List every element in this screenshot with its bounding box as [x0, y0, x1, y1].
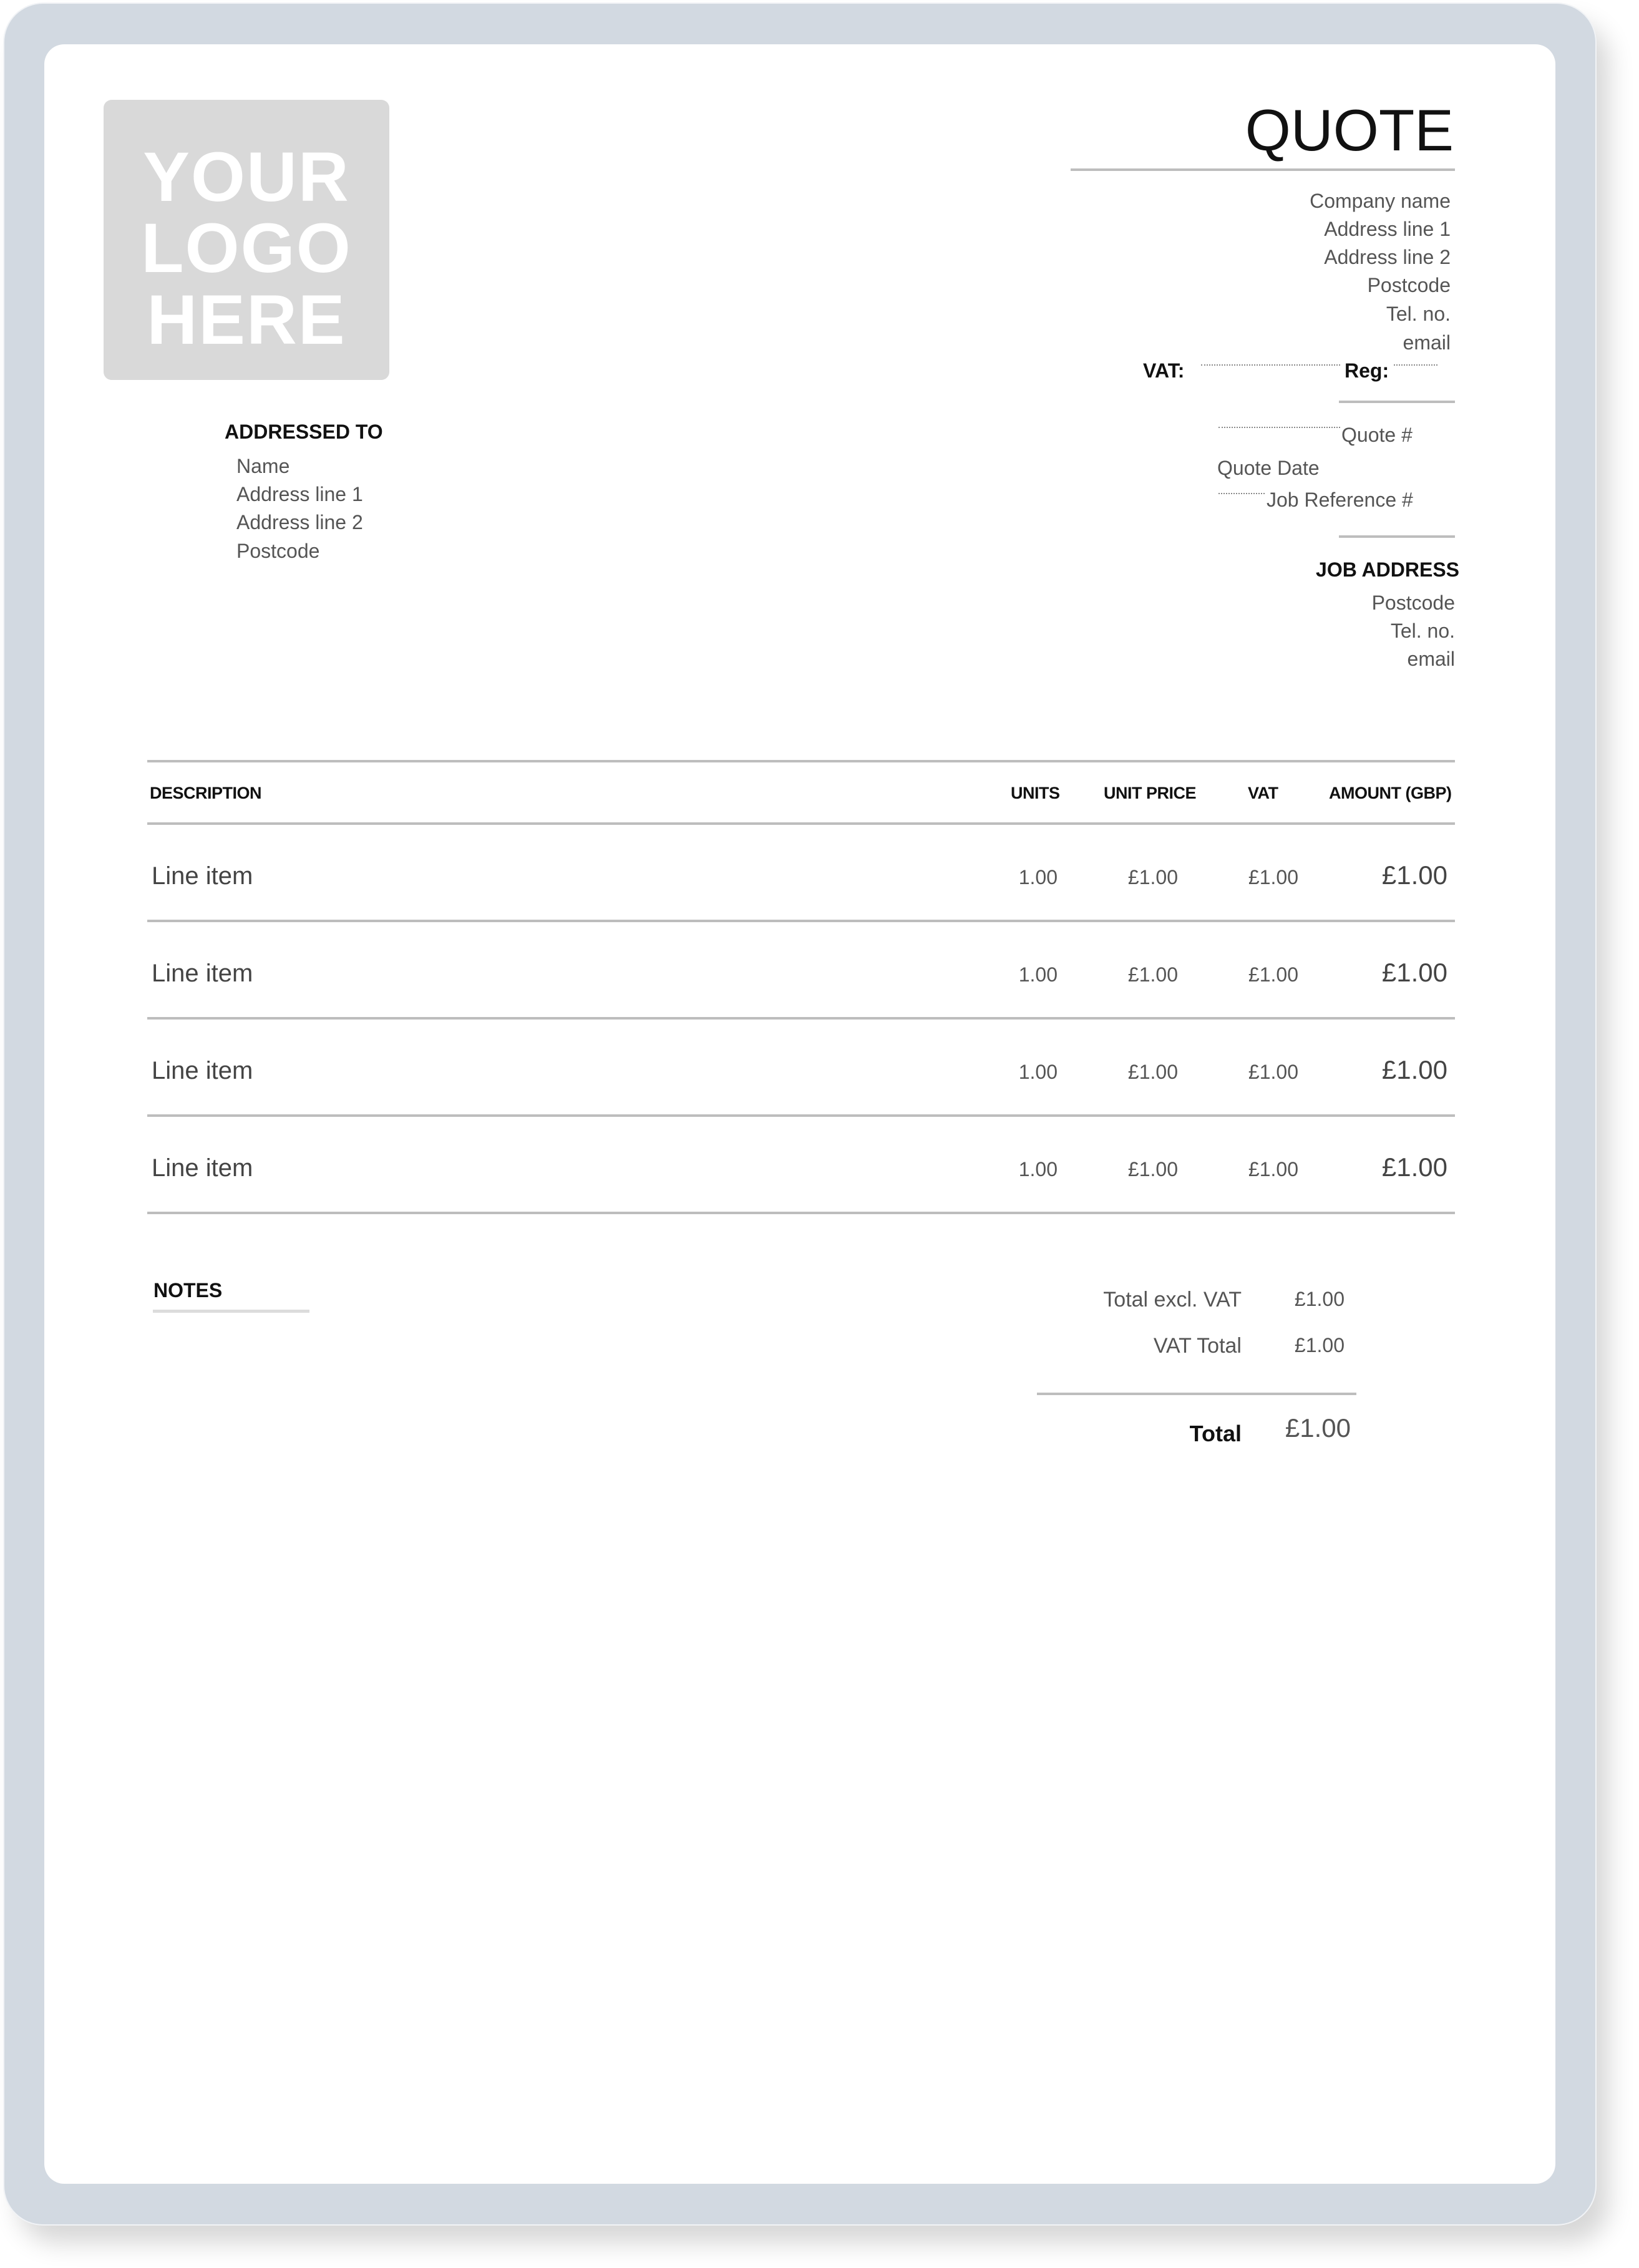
table-row-divider: [147, 1017, 1455, 1020]
quote-date-label: Quote Date: [1217, 457, 1320, 479]
recipient-name[interactable]: Name: [236, 456, 289, 476]
cell-description[interactable]: Line item: [152, 1156, 253, 1180]
job-reference-field[interactable]: [1218, 493, 1265, 494]
logo-text-line: YOUR: [143, 138, 350, 216]
recipient-postcode[interactable]: Postcode: [236, 541, 319, 561]
vat-number-field[interactable]: [1201, 364, 1340, 366]
company-address-line-2[interactable]: Address line 2: [1324, 247, 1451, 267]
quote-number-label: Quote #: [1341, 424, 1413, 446]
logo-placeholder[interactable]: YOUR LOGO HERE: [104, 100, 389, 380]
cell-description[interactable]: Line item: [152, 864, 253, 888]
job-address-email[interactable]: email: [1408, 649, 1455, 669]
company-postcode[interactable]: Postcode: [1368, 275, 1451, 295]
reg-label: Reg:: [1345, 359, 1389, 382]
cell-unit-price[interactable]: £1.00: [1128, 965, 1178, 985]
cell-units[interactable]: 1.00: [1019, 867, 1058, 887]
cell-units[interactable]: 1.00: [1019, 965, 1058, 985]
recipient-address-line-2[interactable]: Address line 2: [236, 512, 363, 532]
notes-heading: NOTES: [153, 1279, 223, 1302]
recipient-address-line-1[interactable]: Address line 1: [236, 484, 363, 504]
document-title: QUOTE: [1245, 97, 1454, 163]
table-header-rule: [147, 822, 1455, 825]
cell-vat[interactable]: £1.00: [1248, 965, 1298, 985]
cell-units[interactable]: 1.00: [1019, 1062, 1058, 1082]
reg-number-field[interactable]: [1394, 364, 1437, 366]
title-divider: [1071, 168, 1455, 171]
cell-amount[interactable]: £1.00: [1382, 1057, 1447, 1083]
cell-description[interactable]: Line item: [152, 961, 253, 986]
grand-total-label: Total: [1189, 1421, 1242, 1446]
cell-units[interactable]: 1.00: [1019, 1159, 1058, 1179]
notes-underline: [153, 1310, 309, 1313]
vat-total-value: £1.00: [1294, 1334, 1345, 1356]
cell-amount[interactable]: £1.00: [1382, 960, 1447, 986]
company-name[interactable]: Company name: [1310, 191, 1451, 211]
table-row-divider: [147, 920, 1455, 922]
total-excl-vat-label: Total excl. VAT: [1103, 1288, 1242, 1312]
job-address-tel[interactable]: Tel. no.: [1391, 621, 1455, 641]
vat-total-label: VAT Total: [1153, 1334, 1242, 1358]
column-header-amount: AMOUNT (GBP): [1329, 784, 1452, 802]
addressed-to-heading: ADDRESSED TO: [225, 421, 383, 443]
cell-amount[interactable]: £1.00: [1382, 1154, 1447, 1180]
meta-divider-top: [1339, 401, 1455, 403]
totals-divider: [1037, 1393, 1356, 1395]
column-header-unit-price: UNIT PRICE: [1104, 784, 1197, 802]
vat-label: VAT:: [1143, 359, 1185, 382]
column-header-units: UNITS: [1011, 784, 1060, 802]
company-tel[interactable]: Tel. no.: [1386, 304, 1451, 324]
column-header-description: DESCRIPTION: [150, 784, 262, 802]
job-address-postcode[interactable]: Postcode: [1372, 593, 1455, 613]
job-address-heading: JOB ADDRESS: [1316, 558, 1459, 581]
table-row-divider: [147, 1114, 1455, 1117]
cell-vat[interactable]: £1.00: [1248, 1062, 1298, 1082]
grand-total-value: £1.00: [1285, 1413, 1351, 1443]
cell-unit-price[interactable]: £1.00: [1128, 867, 1178, 887]
notes-field[interactable]: [153, 1320, 714, 1507]
cell-vat[interactable]: £1.00: [1248, 867, 1298, 887]
total-excl-vat-value: £1.00: [1294, 1288, 1345, 1310]
job-reference-label: Job Reference #: [1267, 489, 1413, 511]
cell-unit-price[interactable]: £1.00: [1128, 1159, 1178, 1179]
logo-text-line: HERE: [147, 281, 346, 359]
column-header-vat: VAT: [1248, 784, 1278, 802]
table-row-divider: [147, 1212, 1455, 1214]
meta-divider-bottom: [1339, 535, 1455, 538]
company-email[interactable]: email: [1403, 333, 1451, 353]
logo-text-line: LOGO: [141, 209, 352, 287]
company-address-line-1[interactable]: Address line 1: [1324, 219, 1451, 239]
table-top-rule: [147, 760, 1455, 762]
cell-description[interactable]: Line item: [152, 1058, 253, 1083]
cell-vat[interactable]: £1.00: [1248, 1159, 1298, 1179]
quote-number-field[interactable]: [1218, 427, 1340, 428]
cell-amount[interactable]: £1.00: [1382, 862, 1447, 888]
cell-unit-price[interactable]: £1.00: [1128, 1062, 1178, 1082]
